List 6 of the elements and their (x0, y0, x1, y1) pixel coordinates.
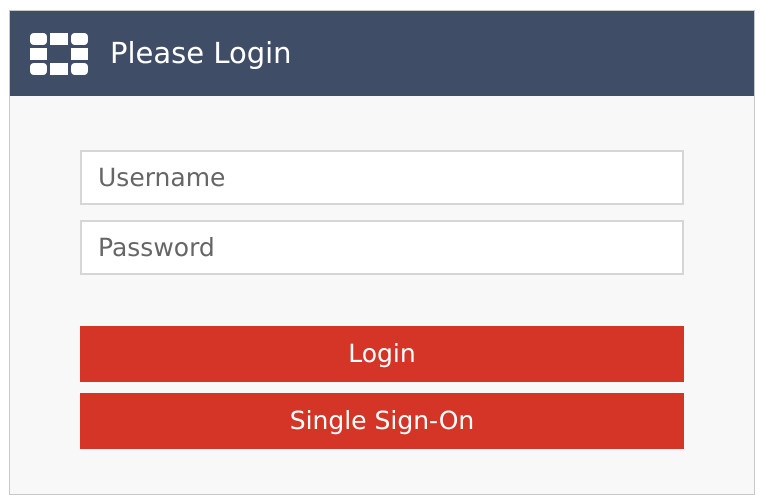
panel-title: Please Login (110, 34, 292, 72)
password-field[interactable]: Password (80, 220, 684, 275)
logo-icon (30, 32, 88, 74)
username-field[interactable]: Username (80, 150, 684, 205)
login-button[interactable]: Login (80, 326, 684, 382)
sso-button[interactable]: Single Sign-On (80, 393, 684, 449)
